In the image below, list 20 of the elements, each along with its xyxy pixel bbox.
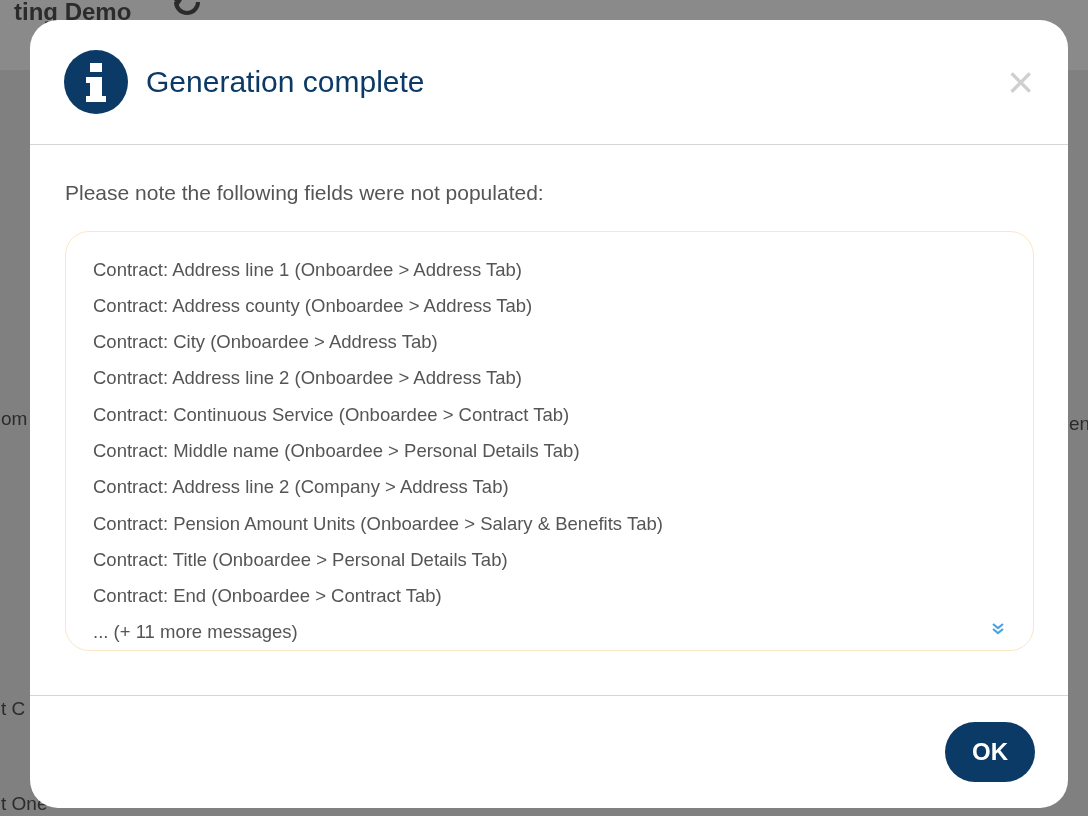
message-line: Contract: Continuous Service (Onboardee > Contract Tab) — [93, 402, 571, 427]
message-line: Contract: Pension Amount Units (Onboardee > Salary & Benefits Tab) — [93, 511, 664, 536]
intro-text: Please note the following fields were not populated: — [65, 180, 545, 206]
message-line: Contract: Address line 2 (Company > Address Tab) — [93, 475, 510, 500]
message-line: Contract: City (Onboardee > Address Tab) — [93, 330, 439, 355]
ok-button[interactable]: OK — [945, 722, 1035, 782]
background-text: t C — [1, 699, 26, 718]
double-chevron-down-icon[interactable] — [991, 621, 1005, 636]
refresh-icon[interactable] — [172, 0, 202, 18]
message-line: Contract: Middle name (Onboardee > Personal Details Tab) — [93, 439, 581, 463]
message-line: Contract: Title (Onboardee > Personal Details Tab) — [93, 547, 509, 572]
background-text: en — [1069, 414, 1088, 433]
message-line: Contract: Address county (Onboardee > Address Tab) — [93, 293, 534, 318]
dialog-title: Generation complete — [146, 64, 426, 100]
message-line: Contract: End (Onboardee > Contract Tab) — [93, 584, 443, 609]
more-messages-text: ... (+ 11 more messages) — [93, 620, 298, 645]
info-icon — [64, 50, 128, 114]
background-text: om — [1, 409, 28, 428]
message-line: Contract: Address line 1 (Onboardee > Address Tab) — [93, 257, 523, 282]
message-line: Contract: Address line 2 (Onboardee > Address Tab) — [93, 366, 523, 391]
